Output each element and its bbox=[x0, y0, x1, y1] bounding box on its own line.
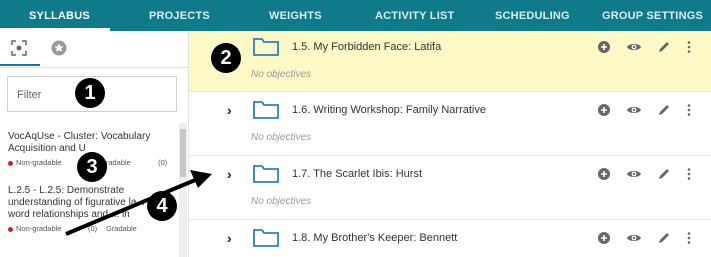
annotation-badge-4: 4 bbox=[147, 191, 177, 221]
annotation-badge-2: 2 bbox=[211, 43, 241, 73]
annotation-badge-1: 1 bbox=[75, 78, 105, 108]
annotation-badge-3: 3 bbox=[77, 152, 107, 182]
annotation-arrow bbox=[65, 170, 212, 236]
